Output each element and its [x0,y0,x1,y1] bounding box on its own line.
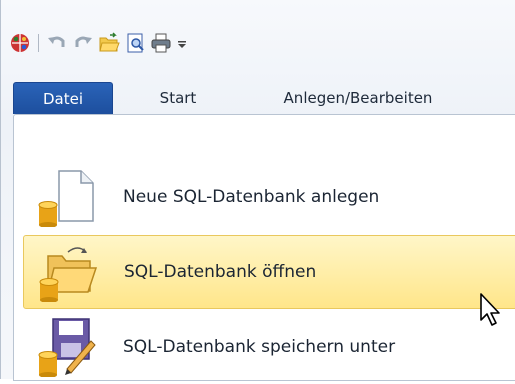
menu-item-new-database[interactable]: Neue SQL-Datenbank anlegen [23,160,515,234]
application-window: Datei Start Anlegen/Bearbeiten Neue SQL-… [0,0,515,381]
app-globe-icon[interactable] [9,32,31,54]
tab-start[interactable]: Start [143,82,213,114]
tab-create-edit[interactable]: Anlegen/Bearbeiten [233,82,483,114]
menu-item-label: SQL-Datenbank öffnen [124,262,317,282]
new-database-icon [38,170,94,227]
save-database-as-icon [38,318,96,377]
mouse-cursor-icon [480,293,500,326]
menu-item-open-database[interactable]: SQL-Datenbank öffnen [23,235,515,309]
menu-item-label: Neue SQL-Datenbank anlegen [123,187,380,207]
open-database-icon [39,247,98,302]
print-preview-icon[interactable] [124,32,146,54]
open-folder-icon[interactable] [98,32,120,54]
redo-icon[interactable] [72,32,94,54]
quick-access-toolbar [9,30,188,56]
ribbon-tab-bar: Datei Start Anlegen/Bearbeiten [13,82,515,114]
print-icon[interactable] [150,32,172,54]
menu-item-save-database-as[interactable]: SQL-Datenbank speichern unter [23,310,515,384]
toolbar-separator [38,34,39,52]
undo-icon[interactable] [46,32,68,54]
customize-dropdown-icon[interactable] [176,32,188,54]
menu-item-label: SQL-Datenbank speichern unter [123,337,396,357]
tab-file[interactable]: Datei [13,82,113,114]
